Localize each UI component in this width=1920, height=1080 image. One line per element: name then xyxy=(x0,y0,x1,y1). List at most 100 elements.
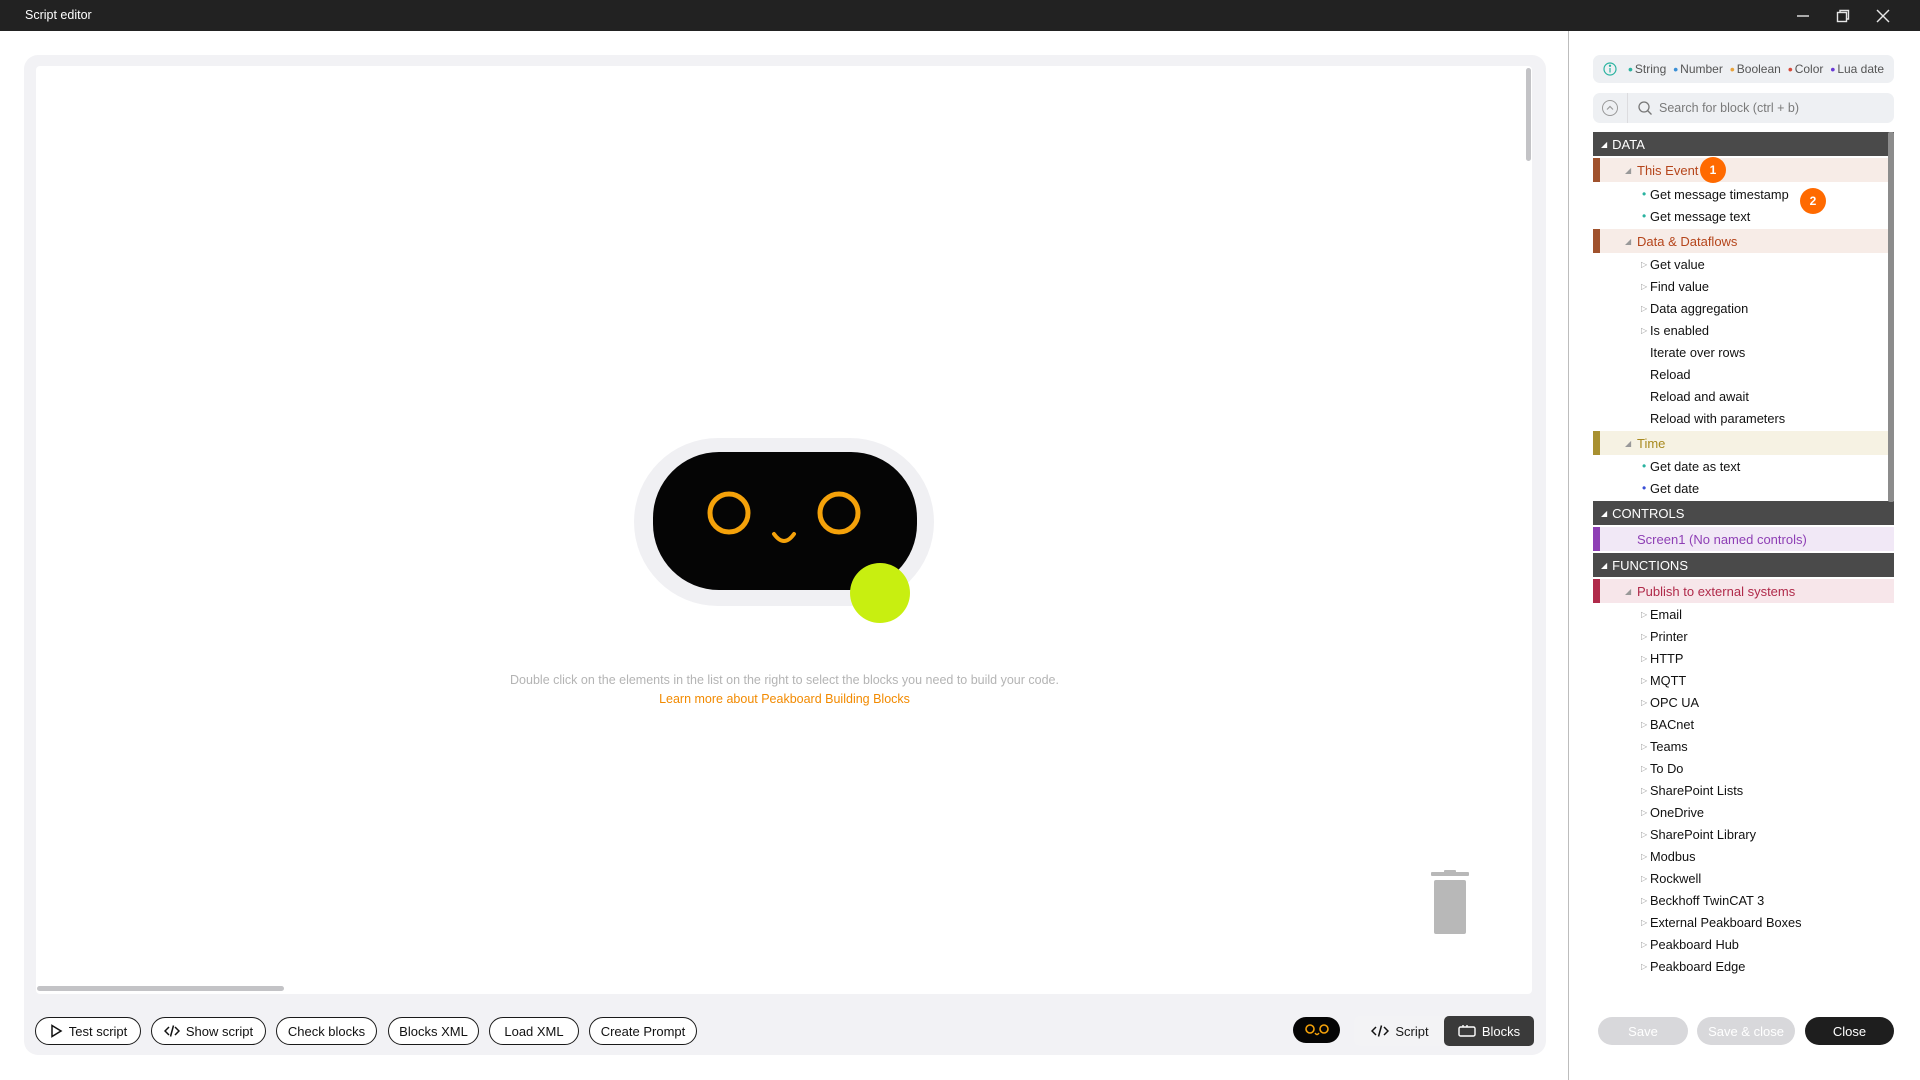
close-icon xyxy=(1876,9,1890,22)
step-badge: 2 xyxy=(1800,188,1826,214)
expand-arrow-icon: ▷ xyxy=(1641,281,1648,291)
code-icon xyxy=(1371,1025,1390,1037)
expand-arrow-icon: ▷ xyxy=(1641,609,1648,619)
block-label: Rockwell xyxy=(1650,870,1702,886)
string-type-dot: • xyxy=(1642,209,1647,223)
load-xml-label: Load XML xyxy=(504,1023,564,1039)
category-publish-external[interactable]: ◢ Publish to external systems xyxy=(1593,579,1894,603)
category-color-bar xyxy=(1593,229,1600,253)
block-get-value[interactable]: ▷ Get value xyxy=(1593,253,1894,275)
block-publish-item[interactable]: ▷ Peakboard Hub xyxy=(1593,933,1894,955)
type-legend: • String • Number • Boolean • Color • Lua dat… xyxy=(1593,55,1894,83)
canvas-horizontal-scrollbar[interactable] xyxy=(37,986,284,991)
section-header-functions[interactable]: ◢ FUNCTIONS xyxy=(1593,553,1894,577)
block-is-enabled[interactable]: ▷ Is enabled xyxy=(1593,319,1894,341)
block-publish-item[interactable]: ▷ HTTP xyxy=(1593,647,1894,669)
expand-arrow-icon: ▷ xyxy=(1641,873,1648,883)
blocks-icon xyxy=(1458,1025,1476,1037)
block-publish-item[interactable]: ▷ External Peakboard Boxes xyxy=(1593,911,1894,933)
panel-divider xyxy=(1568,31,1569,1080)
block-publish-item[interactable]: ▷ OPC UA xyxy=(1593,691,1894,713)
create-prompt-button[interactable]: Create Prompt xyxy=(589,1017,697,1045)
restore-button[interactable] xyxy=(1823,0,1863,31)
expand-triangle-icon: ◢ xyxy=(1625,165,1632,175)
block-publish-item[interactable]: ▷ BACnet xyxy=(1593,713,1894,735)
blocks-xml-button[interactable]: Blocks XML xyxy=(388,1017,479,1045)
section-header-data[interactable]: ◢ DATA xyxy=(1593,132,1894,156)
test-script-button[interactable]: Test script xyxy=(35,1017,141,1045)
block-publish-item[interactable]: ▷ OneDrive xyxy=(1593,801,1894,823)
mascot-status-dot xyxy=(850,563,910,623)
block-label: Printer xyxy=(1650,628,1688,644)
check-blocks-button[interactable]: Check blocks xyxy=(276,1017,377,1045)
block-iterate-over-rows[interactable]: Iterate over rows xyxy=(1593,341,1894,363)
category-time[interactable]: ◢ Time xyxy=(1593,431,1894,455)
expand-arrow-icon: ▷ xyxy=(1641,939,1648,949)
step-badge: 1 xyxy=(1700,157,1726,183)
category-color-bar xyxy=(1593,579,1600,603)
expand-arrow-icon: ▷ xyxy=(1641,895,1648,905)
block-publish-item[interactable]: ▷ Rockwell xyxy=(1593,867,1894,889)
search-separator xyxy=(1627,93,1628,123)
block-publish-item[interactable]: ▷ Beckhoff TwinCAT 3 xyxy=(1593,889,1894,911)
legend-item: • Number xyxy=(1673,61,1723,77)
block-publish-item[interactable]: ▷ Peakboard Edge xyxy=(1593,955,1894,977)
block-publish-item[interactable]: ▷ MQTT xyxy=(1593,669,1894,691)
load-xml-button[interactable]: Load XML xyxy=(489,1017,579,1045)
save-close-button[interactable]: Save & close xyxy=(1697,1017,1795,1045)
category-this-event[interactable]: ◢ This Event xyxy=(1593,158,1894,182)
collapse-triangle-icon: ◢ xyxy=(1601,560,1608,570)
collapse-all-button[interactable] xyxy=(1602,100,1618,116)
block-reload[interactable]: Reload xyxy=(1593,363,1894,385)
block-get-date-as-text[interactable]: • Get date as text xyxy=(1593,455,1894,477)
block-publish-item[interactable]: ▷ SharePoint Library xyxy=(1593,823,1894,845)
expand-arrow-icon: ▷ xyxy=(1641,851,1648,861)
view-script-tab[interactable]: Script xyxy=(1358,1016,1442,1046)
block-get-message-timestamp[interactable]: • Get message timestamp xyxy=(1593,183,1894,205)
block-find-value[interactable]: ▷ Find value xyxy=(1593,275,1894,297)
close-window-button[interactable] xyxy=(1863,0,1903,31)
canvas-hint-text: Double click on the elements in the list… xyxy=(510,673,1059,687)
tree-scrollbar[interactable] xyxy=(1888,132,1894,502)
string-type-dot: • xyxy=(1642,459,1647,473)
expand-arrow-icon: ▷ xyxy=(1641,741,1648,751)
close-label: Close xyxy=(1832,1023,1867,1039)
search-input[interactable] xyxy=(1659,98,1884,118)
category-screen1[interactable]: Screen1 (No named controls) xyxy=(1593,527,1894,551)
legend-item: • Color xyxy=(1787,61,1824,77)
block-publish-item[interactable]: ▷ SharePoint Lists xyxy=(1593,779,1894,801)
save-button[interactable]: Save xyxy=(1598,1017,1688,1045)
block-get-message-text[interactable]: • Get message text xyxy=(1593,205,1894,227)
block-get-date[interactable]: • Get date xyxy=(1593,477,1894,499)
category-color-bar xyxy=(1593,158,1600,182)
block-reload-with-parameters[interactable]: Reload with parameters xyxy=(1593,407,1894,429)
category-data-dataflows[interactable]: ◢ Data & Dataflows xyxy=(1593,229,1894,253)
block-publish-item[interactable]: ▷ Email xyxy=(1593,603,1894,625)
block-publish-item[interactable]: ▷ Teams xyxy=(1593,735,1894,757)
ai-assistant-button[interactable] xyxy=(1293,1017,1340,1043)
view-blocks-tab[interactable]: Blocks xyxy=(1444,1016,1534,1046)
block-label: SharePoint Lists xyxy=(1650,782,1744,798)
block-publish-item[interactable]: ▷ To Do xyxy=(1593,757,1894,779)
block-label: Beckhoff TwinCAT 3 xyxy=(1650,892,1765,908)
category-color-bar xyxy=(1593,431,1600,455)
close-button[interactable]: Close xyxy=(1805,1017,1894,1045)
block-label: External Peakboard Boxes xyxy=(1650,914,1802,930)
category-color-bar xyxy=(1593,527,1600,551)
section-header-controls[interactable]: ◢ CONTROLS xyxy=(1593,501,1894,525)
check-blocks-label: Check blocks xyxy=(287,1023,366,1039)
view-script-label: Script xyxy=(1395,1023,1429,1039)
canvas-vertical-scrollbar[interactable] xyxy=(1526,68,1531,161)
expand-triangle-icon: ◢ xyxy=(1625,586,1632,596)
minimize-button[interactable] xyxy=(1783,0,1823,31)
show-script-button[interactable]: Show script xyxy=(151,1017,266,1045)
trash-icon[interactable] xyxy=(1428,870,1472,936)
learn-more-link[interactable]: Learn more about Peakboard Building Bloc… xyxy=(400,692,1169,706)
info-icon xyxy=(1603,62,1617,76)
collapse-triangle-icon: ◢ xyxy=(1601,139,1608,149)
block-publish-item[interactable]: ▷ Printer xyxy=(1593,625,1894,647)
block-label: MQTT xyxy=(1650,672,1687,688)
block-publish-item[interactable]: ▷ Modbus xyxy=(1593,845,1894,867)
block-reload-and-await[interactable]: Reload and await xyxy=(1593,385,1894,407)
block-data-aggregation[interactable]: ▷ Data aggregation xyxy=(1593,297,1894,319)
